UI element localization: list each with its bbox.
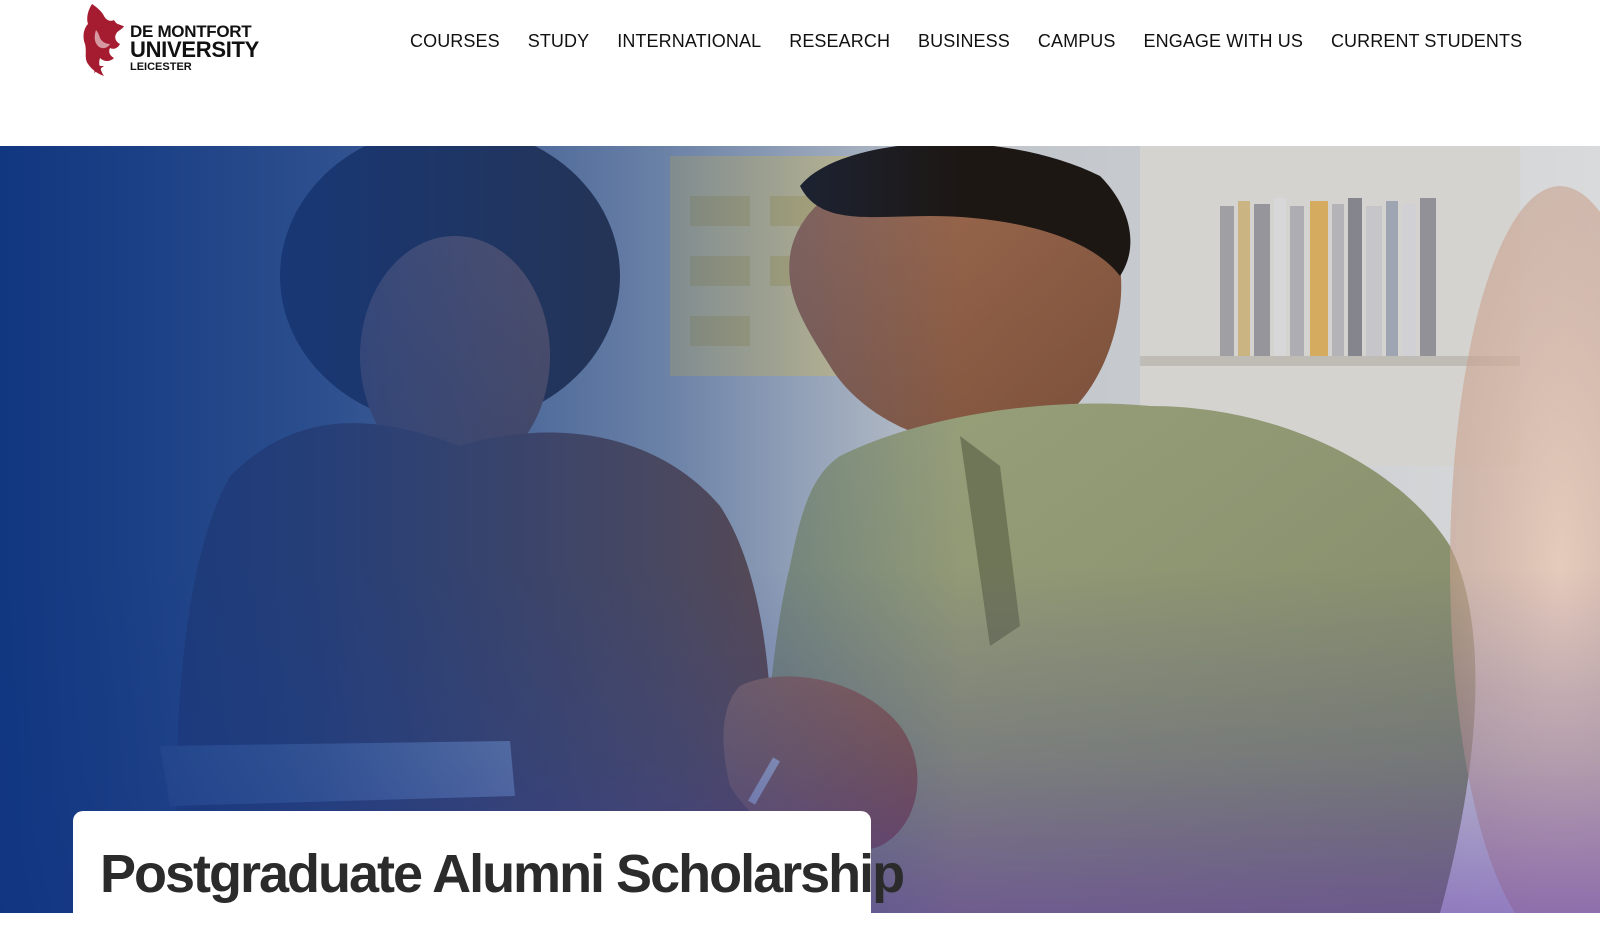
hero-banner [0,146,1600,913]
page-title: Postgraduate Alumni Scholarship [100,844,905,904]
griffin-crest-icon [83,4,124,76]
nav-item-engage-with-us[interactable]: ENGAGE WITH US [1144,28,1303,54]
title-card: Postgraduate Alumni Scholarship [73,811,905,931]
university-logo[interactable]: DE MONTFORT UNIVERSITY LEICESTER [78,0,268,80]
hero-gradient-overlay [0,146,1600,913]
nav-item-courses[interactable]: COURSES [410,28,500,54]
logo-line-leicester: LEICESTER [130,61,192,73]
nav-item-international[interactable]: INTERNATIONAL [617,28,761,54]
site-header: DE MONTFORT UNIVERSITY LEICESTER COURSES… [0,0,1600,146]
nav-item-current-students[interactable]: CURRENT STUDENTS [1331,28,1522,54]
logo-wordmark: DE MONTFORT UNIVERSITY LEICESTER [130,23,259,73]
nav-item-business[interactable]: BUSINESS [918,28,1010,54]
nav-item-research[interactable]: RESEARCH [789,28,890,54]
main-navigation: COURSES STUDY INTERNATIONAL RESEARCH BUS… [410,28,1522,54]
nav-item-campus[interactable]: CAMPUS [1038,28,1116,54]
logo-line-university: UNIVERSITY [130,37,260,62]
nav-item-study[interactable]: STUDY [528,28,590,54]
